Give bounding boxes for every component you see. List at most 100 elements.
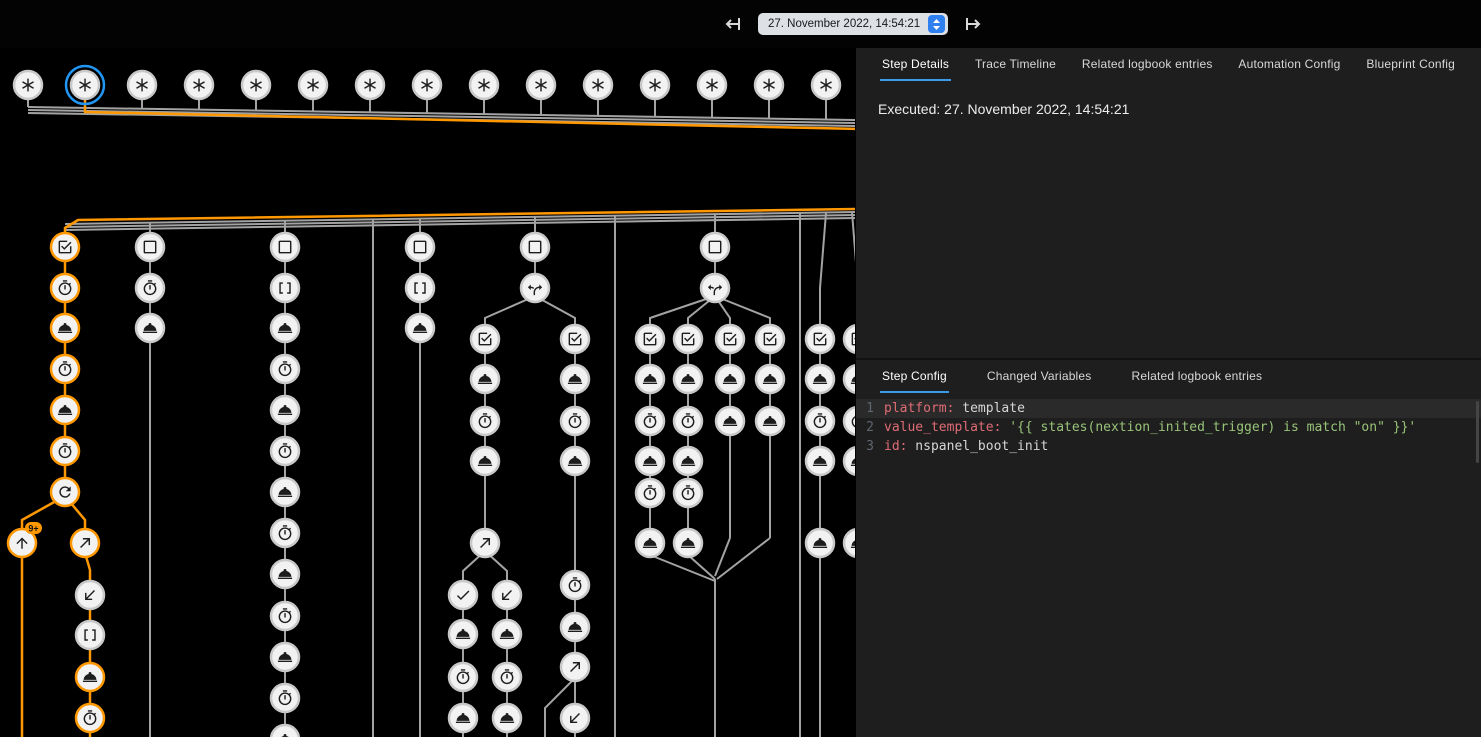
run-selector[interactable]: 27. November 2022, 14:54:21	[758, 13, 948, 35]
graph-node-arrow-decision[interactable]	[521, 274, 549, 302]
graph-node-service[interactable]	[51, 314, 79, 342]
graph-node-service[interactable]	[271, 314, 299, 342]
graph-node-service[interactable]	[271, 560, 299, 588]
graph-node-arrow-bottom-left[interactable]	[561, 704, 589, 732]
graph-node-service[interactable]	[271, 643, 299, 671]
graph-node-timer[interactable]	[76, 704, 104, 732]
graph-node-brackets[interactable]	[406, 274, 434, 302]
graph-node-timer[interactable]	[51, 355, 79, 383]
graph-node-square[interactable]	[701, 233, 729, 261]
graph-node-checkbox-marked[interactable]	[561, 325, 589, 353]
graph-node-timer[interactable]	[674, 479, 702, 507]
graph-node-asterisk[interactable]	[584, 71, 612, 99]
graph-node-service[interactable]	[636, 365, 664, 393]
graph-node-arrow-decision[interactable]	[701, 274, 729, 302]
graph-node-timer[interactable]	[493, 663, 521, 691]
graph-node-timer[interactable]	[561, 571, 589, 599]
graph-node-timer[interactable]	[136, 274, 164, 302]
graph-node-brackets[interactable]	[76, 621, 104, 649]
tab-blueprint-config[interactable]: Blueprint Config	[1364, 48, 1457, 81]
graph-node-timer[interactable]	[271, 684, 299, 712]
graph-node-service[interactable]	[844, 365, 855, 393]
graph-node-check[interactable]	[449, 581, 477, 609]
graph-node-timer[interactable]	[561, 407, 589, 435]
graph-node-refresh[interactable]	[51, 478, 79, 506]
tab-trace-timeline[interactable]: Trace Timeline	[973, 48, 1058, 81]
graph-node-square[interactable]	[136, 233, 164, 261]
graph-node-checkbox-marked[interactable]	[844, 325, 855, 353]
graph-node-service[interactable]	[806, 365, 834, 393]
graph-node-service[interactable]	[716, 407, 744, 435]
graph-node-arrow-top-right[interactable]	[471, 529, 499, 557]
graph-node-square[interactable]	[271, 233, 299, 261]
graph-node-asterisk[interactable]	[698, 71, 726, 99]
graph-node-arrow-top-right[interactable]	[71, 529, 99, 557]
graph-node-asterisk[interactable]	[413, 71, 441, 99]
graph-node-service[interactable]	[756, 407, 784, 435]
graph-node-service[interactable]	[636, 529, 664, 557]
graph-node-asterisk[interactable]	[356, 71, 384, 99]
graph-node-asterisk[interactable]	[66, 66, 104, 104]
graph-node-service[interactable]	[51, 396, 79, 424]
graph-node-asterisk[interactable]	[527, 71, 555, 99]
graph-node-service[interactable]	[844, 529, 855, 557]
graph-node-timer[interactable]	[271, 519, 299, 547]
graph-node-service[interactable]	[493, 620, 521, 648]
graph-node-service[interactable]	[806, 447, 834, 475]
graph-node-arrow-up[interactable]: 9+	[8, 522, 42, 557]
graph-node-service[interactable]	[561, 447, 589, 475]
graph-node-asterisk[interactable]	[128, 71, 156, 99]
graph-node-timer[interactable]	[471, 407, 499, 435]
graph-node-service[interactable]	[271, 725, 299, 737]
graph-node-timer[interactable]	[636, 407, 664, 435]
tab-automation-config[interactable]: Automation Config	[1236, 48, 1342, 81]
graph-node-timer[interactable]	[51, 437, 79, 465]
graph-node-timer[interactable]	[271, 437, 299, 465]
graph-node-service[interactable]	[674, 447, 702, 475]
graph-node-checkbox-marked[interactable]	[471, 325, 499, 353]
graph-node-service[interactable]	[806, 529, 834, 557]
graph-node-service[interactable]	[136, 314, 164, 342]
graph-node-service[interactable]	[471, 365, 499, 393]
tab-related-logbook-entries[interactable]: Related logbook entries	[1080, 48, 1215, 81]
tab-step-details[interactable]: Step Details	[880, 48, 951, 81]
graph-node-service[interactable]	[756, 365, 784, 393]
graph-node-checkbox-marked[interactable]	[51, 233, 79, 261]
graph-node-service[interactable]	[471, 447, 499, 475]
graph-node-service[interactable]	[449, 704, 477, 732]
next-run-button[interactable]	[962, 15, 984, 33]
config-tab-step-config[interactable]: Step Config	[880, 360, 949, 393]
graph-node-service[interactable]	[271, 396, 299, 424]
graph-node-brackets[interactable]	[271, 274, 299, 302]
config-tab-related-logbook-entries[interactable]: Related logbook entries	[1130, 360, 1265, 393]
graph-node-service[interactable]	[716, 365, 744, 393]
graph-node-asterisk[interactable]	[812, 71, 840, 99]
graph-node-timer[interactable]	[51, 274, 79, 302]
graph-node-asterisk[interactable]	[641, 71, 669, 99]
graph-node-arrow-top-right[interactable]	[561, 653, 589, 681]
graph-node-service[interactable]	[406, 314, 434, 342]
graph-node-arrow-bottom-left[interactable]	[493, 581, 521, 609]
graph-node-timer[interactable]	[674, 407, 702, 435]
graph-node-service[interactable]	[449, 620, 477, 648]
graph-node-asterisk[interactable]	[185, 71, 213, 99]
graph-node-square[interactable]	[521, 233, 549, 261]
graph-node-timer[interactable]	[844, 407, 855, 435]
graph-node-service[interactable]	[493, 704, 521, 732]
graph-node-arrow-bottom-left[interactable]	[76, 581, 104, 609]
graph-node-service[interactable]	[561, 365, 589, 393]
graph-node-service[interactable]	[844, 447, 855, 475]
graph-node-service[interactable]	[271, 478, 299, 506]
code-scrollbar-thumb[interactable]	[1476, 401, 1479, 463]
graph-node-service[interactable]	[76, 663, 104, 691]
graph-node-timer[interactable]	[636, 479, 664, 507]
graph-node-service[interactable]	[674, 529, 702, 557]
graph-node-checkbox-marked[interactable]	[756, 325, 784, 353]
graph-node-square[interactable]	[406, 233, 434, 261]
previous-run-button[interactable]	[722, 15, 744, 33]
graph-node-service[interactable]	[636, 447, 664, 475]
graph-node-checkbox-marked[interactable]	[716, 325, 744, 353]
graph-node-checkbox-marked[interactable]	[674, 325, 702, 353]
graph-node-checkbox-marked[interactable]	[806, 325, 834, 353]
graph-node-timer[interactable]	[449, 663, 477, 691]
